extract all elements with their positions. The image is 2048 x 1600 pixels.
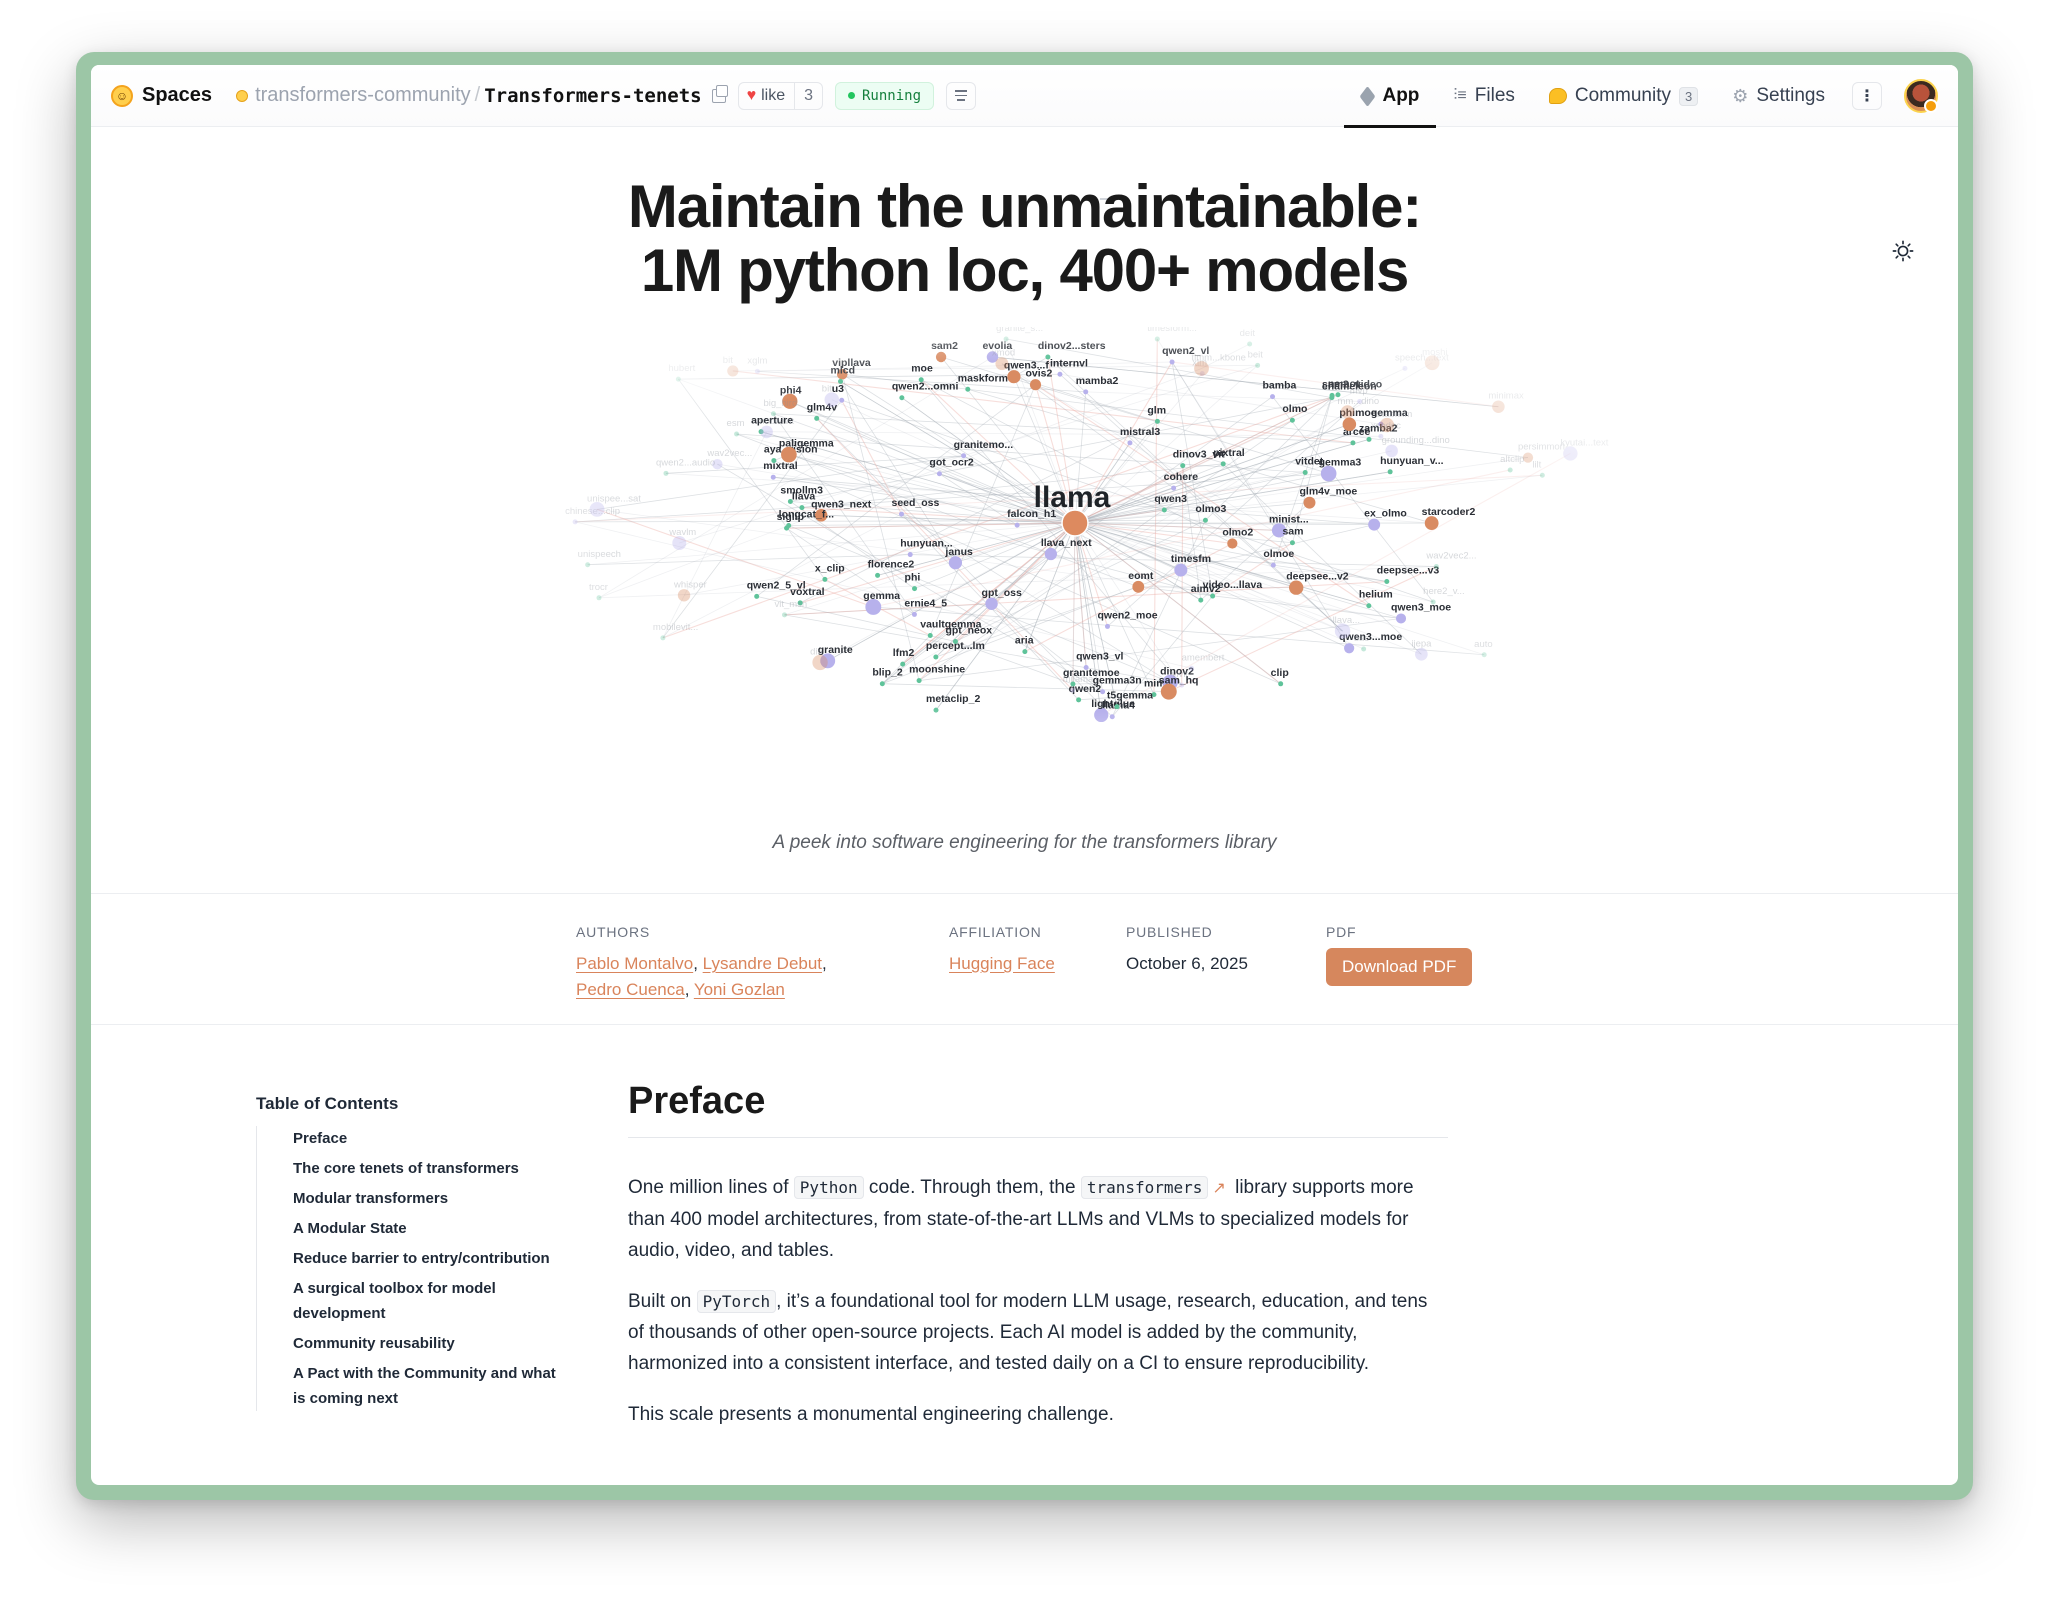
section-heading: Preface [628, 1080, 1448, 1138]
toc-item[interactable]: A Modular State [293, 1216, 556, 1241]
heart-icon: ♥ [746, 86, 757, 104]
affiliation-link[interactable]: Hugging Face [949, 954, 1055, 973]
paragraph: One million lines of Python code. Throug… [628, 1176, 1414, 1261]
pdf-label: PDF [1326, 924, 1357, 940]
author-link[interactable]: Pablo Montalvo [576, 954, 693, 973]
repo-name[interactable]: Transformers-tenets [484, 85, 701, 107]
files-icon: ⫶≡ [1453, 87, 1467, 104]
like-count: 3 [804, 86, 813, 104]
pdf-block: PDF Download PDF [1326, 924, 1473, 986]
article-body: Preface One million lines of Python code… [628, 1080, 1448, 1450]
org-link[interactable]: transformers-community [255, 84, 471, 107]
sun-icon[interactable] [1892, 240, 1914, 262]
toc-item[interactable]: Preface [293, 1126, 556, 1151]
hero-caption: A peek into software engineering for the… [772, 832, 1277, 853]
affiliation-block: AFFILIATION Hugging Face [949, 924, 1055, 974]
status-badge[interactable]: Running [835, 81, 935, 110]
community-icon [1548, 88, 1567, 104]
copy-icon[interactable] [711, 84, 728, 103]
top-bar: ☺ Spaces transformers-community / Transf… [91, 65, 1958, 128]
toc-item[interactable]: Reduce barrier to entry/contribution [293, 1246, 556, 1271]
spaces-brand-link[interactable]: Spaces [142, 84, 212, 107]
transformers-link[interactable]: transformers [1080, 1176, 1209, 1199]
toc-title: Table of Contents [256, 1094, 399, 1113]
page-title-line2: 1M python loc, 400+ models [640, 237, 1410, 304]
tab-community-label: Community [1574, 85, 1671, 106]
inline-code: Python [793, 1176, 864, 1199]
page-title: Maintain the unmaintainable: 1M python l… [91, 175, 1958, 303]
graph-canvas: starcoder2mimimoonshinemixtralglmevoliam… [531, 323, 1619, 745]
window-frame: ☺ Spaces transformers-community / Transf… [76, 52, 1973, 1500]
like-label: like [761, 86, 786, 104]
author-link[interactable]: Lysandre Debut [703, 954, 822, 973]
published-date: October 6, 2025 [1126, 954, 1248, 973]
author-link[interactable]: Pedro Cuenca [576, 980, 685, 999]
toc-item[interactable]: Modular transformers [293, 1186, 556, 1211]
article-meta: AUTHORS Pablo Montalvo, Lysandre Debut, … [91, 893, 1958, 1025]
tab-app[interactable]: App [1344, 65, 1437, 128]
gear-icon: ⚙ [1732, 85, 1749, 106]
author-link[interactable]: Yoni Gozlan [694, 980, 785, 999]
user-avatar[interactable] [1904, 79, 1938, 113]
status-text: Running [862, 87, 922, 104]
tab-community[interactable]: Community 3 [1532, 65, 1715, 127]
authors-block: AUTHORS Pablo Montalvo, Lysandre Debut, … [576, 924, 827, 999]
authors-label: AUTHORS [576, 924, 651, 940]
published-block: PUBLISHED October 6, 2025 [1126, 924, 1248, 974]
like-label-wrap[interactable]: ♥ like [739, 82, 796, 109]
model-dependency-graph[interactable]: starcoder2mimimoonshinemixtralglmevoliam… [531, 323, 1619, 745]
inline-code: PyTorch [696, 1290, 777, 1313]
tab-files[interactable]: ⫶≡ Files [1436, 65, 1531, 127]
table-of-contents: Table of Contents Preface The core tenet… [256, 1094, 556, 1416]
path-separator: / [474, 84, 481, 106]
toc-item[interactable]: A Pact with the Community and what is co… [293, 1361, 556, 1411]
more-menu-button[interactable]: ⋮ [1852, 82, 1882, 110]
tab-settings-label: Settings [1756, 85, 1825, 106]
status-dot-icon [848, 92, 855, 99]
space-nav: App ⫶≡ Files Community 3 ⚙ Settings ⋮ [1344, 65, 1938, 128]
page-title-line1: Maintain the unmaintainable: [627, 173, 1422, 240]
affiliation-label: AFFILIATION [949, 924, 1042, 940]
tab-files-label: Files [1474, 85, 1515, 106]
toc-item[interactable]: Community reusability [293, 1331, 556, 1356]
logs-button[interactable] [946, 81, 977, 110]
tab-settings[interactable]: ⚙ Settings [1715, 65, 1842, 127]
download-pdf-button[interactable]: Download PDF [1326, 948, 1473, 986]
like-button[interactable]: ♥ like 3 [737, 81, 823, 110]
graph-fade-overlay [531, 327, 1619, 745]
toc-list: Preface The core tenets of transformers … [256, 1126, 556, 1411]
external-link-icon[interactable]: ↗ [1212, 1180, 1225, 1197]
community-count-badge: 3 [1678, 86, 1699, 106]
hugging-face-logo-icon[interactable]: ☺ [111, 84, 133, 107]
paragraph: This scale presents a monumental enginee… [628, 1404, 1114, 1425]
published-label: PUBLISHED [1126, 924, 1213, 940]
paragraph: Built on PyTorch, it’s a foundational to… [628, 1290, 1428, 1374]
toc-item[interactable]: A surgical toolbox for model development [293, 1276, 556, 1326]
browser-window: ☺ Spaces transformers-community / Transf… [91, 65, 1958, 1485]
tab-app-label: App [1382, 85, 1420, 106]
org-avatar-icon [236, 89, 249, 102]
toc-item[interactable]: The core tenets of transformers [293, 1156, 556, 1181]
cube-icon [1360, 85, 1376, 107]
